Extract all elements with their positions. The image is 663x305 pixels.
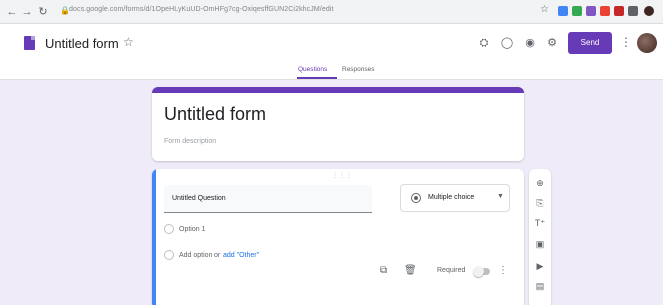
or-text: or	[214, 252, 221, 259]
forward-icon[interactable]: →	[20, 5, 34, 19]
question-toolbar: ⊕ ⎘ T⁺ ▣ ▶ ▤	[529, 169, 551, 305]
required-label: Required	[437, 267, 466, 274]
gear-icon[interactable]: ⚙	[545, 36, 559, 50]
bookmark-star-icon[interactable]: ☆	[540, 4, 549, 15]
profile-icon[interactable]	[644, 6, 654, 16]
question-card: ⋮⋮⋮ Untitled Question Multiple choice ▼ …	[152, 169, 524, 305]
add-option-button[interactable]: Add option	[179, 252, 212, 259]
active-tab-indicator	[297, 77, 337, 79]
tab-responses[interactable]: Responses	[342, 66, 375, 73]
radio-button-icon	[411, 193, 421, 203]
radio-button-icon	[164, 250, 174, 260]
extension-icon[interactable]	[558, 6, 568, 16]
puzzle-icon[interactable]: ⛭	[477, 36, 491, 50]
required-toggle[interactable]	[473, 266, 490, 277]
add-circle-icon[interactable]: ⊕	[534, 177, 546, 189]
section-icon[interactable]: ▤	[534, 280, 546, 292]
send-button[interactable]: Send	[568, 32, 612, 54]
trash-icon[interactable]: 🗑	[404, 265, 417, 276]
palette-icon[interactable]: ◯	[500, 36, 514, 50]
title-icon[interactable]: T⁺	[534, 217, 546, 229]
duplicate-icon[interactable]: ⧉	[380, 265, 387, 276]
image-icon[interactable]: ▣	[534, 238, 546, 250]
forms-logo-icon[interactable]	[24, 36, 35, 50]
star-icon[interactable]: ☆	[123, 35, 134, 49]
more-vert-icon[interactable]: ⋮	[620, 35, 632, 49]
address-bar[interactable]: docs.google.com/forms/d/1OpeHLyKuUD-OmHF…	[69, 6, 334, 13]
form-title-card: Untitled form Form description	[152, 87, 524, 161]
import-icon[interactable]: ⎘	[534, 197, 546, 209]
extension-icon[interactable]	[572, 6, 582, 16]
extension-icon[interactable]	[600, 6, 610, 16]
form-description-field[interactable]: Form description	[164, 138, 216, 145]
question-title[interactable]: Untitled Question	[172, 195, 226, 202]
reload-icon[interactable]: ↻	[36, 5, 50, 19]
add-other-button[interactable]: add "Other"	[223, 252, 259, 259]
eye-icon[interactable]: ◉	[523, 36, 537, 50]
browser-toolbar: ← → ↻ 🔒 docs.google.com/forms/d/1OpeHLyK…	[0, 0, 663, 24]
more-vert-icon[interactable]: ⋮	[498, 265, 508, 276]
active-card-accent	[152, 169, 156, 305]
question-title-field[interactable]: Untitled Question	[164, 185, 372, 213]
chevron-down-icon: ▼	[497, 193, 504, 200]
document-title[interactable]: Untitled form	[45, 36, 119, 51]
video-icon[interactable]: ▶	[534, 260, 546, 272]
radio-button-icon	[164, 224, 174, 234]
forms-header: Untitled form ☆ ⛭ ◯ ◉ ⚙ Send ⋮ Questions…	[0, 24, 663, 80]
avatar[interactable]	[637, 33, 657, 53]
question-type-dropdown[interactable]: Multiple choice ▼	[400, 184, 510, 212]
extension-icon[interactable]	[586, 6, 596, 16]
question-type-label: Multiple choice	[428, 194, 475, 201]
extension-icon[interactable]	[614, 6, 624, 16]
extension-icon[interactable]	[628, 6, 638, 16]
tab-questions[interactable]: Questions	[298, 66, 327, 73]
back-icon[interactable]: ←	[5, 5, 19, 19]
option-label[interactable]: Option 1	[179, 226, 205, 233]
drag-handle-icon[interactable]: ⋮⋮⋮	[332, 172, 353, 179]
form-title[interactable]: Untitled form	[164, 104, 266, 125]
